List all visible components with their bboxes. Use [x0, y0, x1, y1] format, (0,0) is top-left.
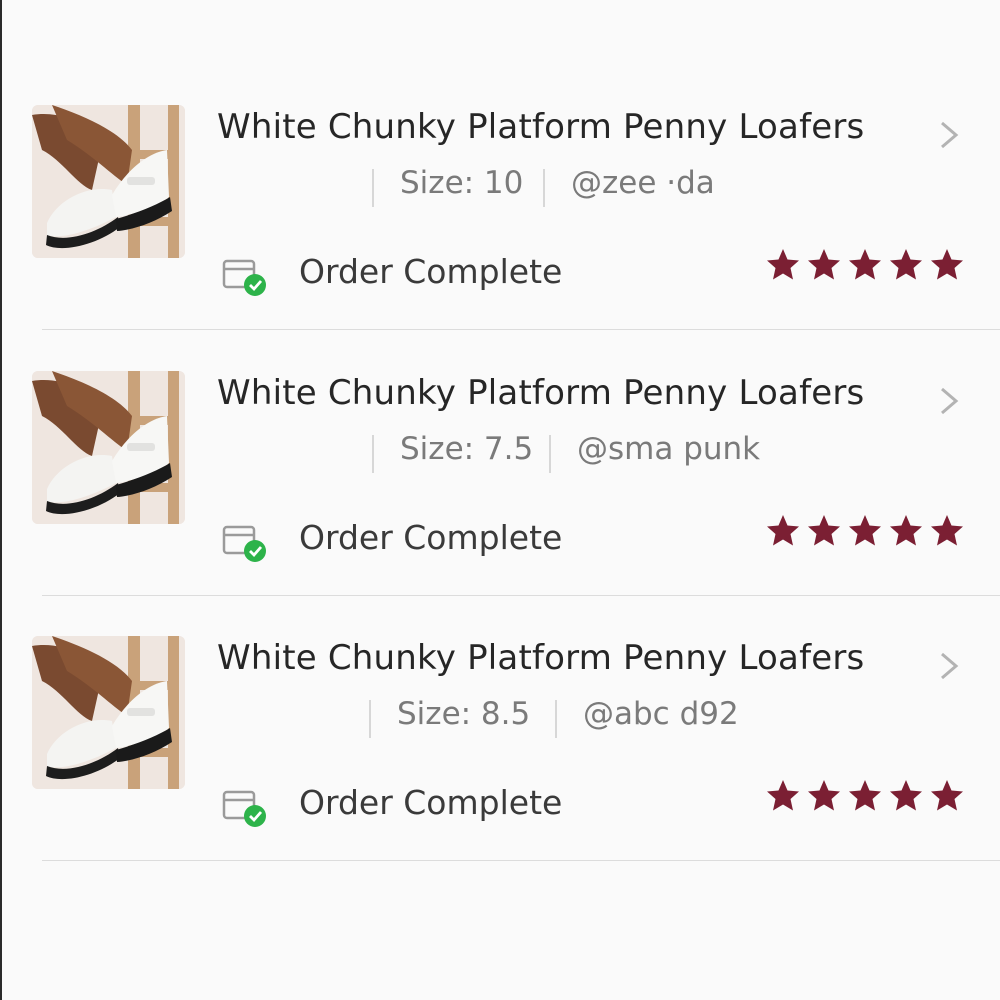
star-icon — [890, 780, 922, 811]
chevron-right-icon[interactable] — [934, 383, 964, 419]
product-title[interactable]: White Chunky Platform Penny Loafers — [217, 373, 864, 413]
star-icon — [931, 249, 963, 280]
star-icon — [767, 515, 799, 546]
size-label: Size: 8.5 — [397, 696, 531, 732]
star-icon — [849, 515, 881, 546]
star-icon — [849, 780, 881, 811]
order-row[interactable]: White Chunky Platform Penny Loafers Size… — [0, 343, 1000, 608]
meta-separator — [549, 435, 551, 473]
star-icon — [767, 249, 799, 280]
chevron-right-icon[interactable] — [934, 648, 964, 684]
buyer-username[interactable]: @zee ·da — [571, 165, 715, 209]
row-divider — [42, 860, 1000, 861]
loafer-photo — [32, 105, 185, 258]
order-status: Order Complete — [299, 252, 563, 291]
order-row[interactable]: White Chunky Platform Penny Loafers Size… — [0, 608, 1000, 873]
package-check-icon — [222, 525, 266, 562]
star-icon — [931, 515, 963, 546]
product-title[interactable]: White Chunky Platform Penny Loafers — [217, 638, 864, 678]
row-divider — [42, 329, 1000, 330]
meta-separator — [543, 169, 545, 207]
product-thumbnail[interactable] — [32, 371, 185, 524]
star-icon — [767, 780, 799, 811]
star-icon — [849, 249, 881, 280]
package-check-icon — [222, 790, 266, 827]
product-thumbnail[interactable] — [32, 105, 185, 258]
loafer-photo — [32, 636, 185, 789]
rating-stars — [765, 247, 965, 283]
star-icon — [890, 249, 922, 280]
order-row[interactable]: White Chunky Platform Penny Loafers Size… — [0, 77, 1000, 342]
star-icon — [931, 780, 963, 811]
order-status: Order Complete — [299, 518, 563, 557]
buyer-username[interactable]: @abc d92 — [583, 696, 739, 740]
loafer-photo — [32, 371, 185, 524]
row-divider — [42, 595, 1000, 596]
rating-stars — [765, 778, 965, 814]
star-icon — [808, 249, 840, 280]
product-title[interactable]: White Chunky Platform Penny Loafers — [217, 107, 864, 147]
meta-separator — [369, 700, 371, 738]
buyer-username[interactable]: @sma punk — [577, 431, 760, 475]
size-label: Size: 7.5 — [400, 431, 534, 467]
order-status: Order Complete — [299, 783, 563, 822]
size-label: Size: 10 — [400, 165, 524, 201]
star-icon — [808, 515, 840, 546]
star-icon — [890, 515, 922, 546]
star-icon — [808, 780, 840, 811]
meta-separator — [555, 700, 557, 738]
product-thumbnail[interactable] — [32, 636, 185, 789]
chevron-right-icon[interactable] — [934, 117, 964, 153]
rating-stars — [765, 513, 965, 549]
meta-separator — [372, 169, 374, 207]
meta-separator — [372, 435, 374, 473]
package-check-icon — [222, 259, 266, 296]
